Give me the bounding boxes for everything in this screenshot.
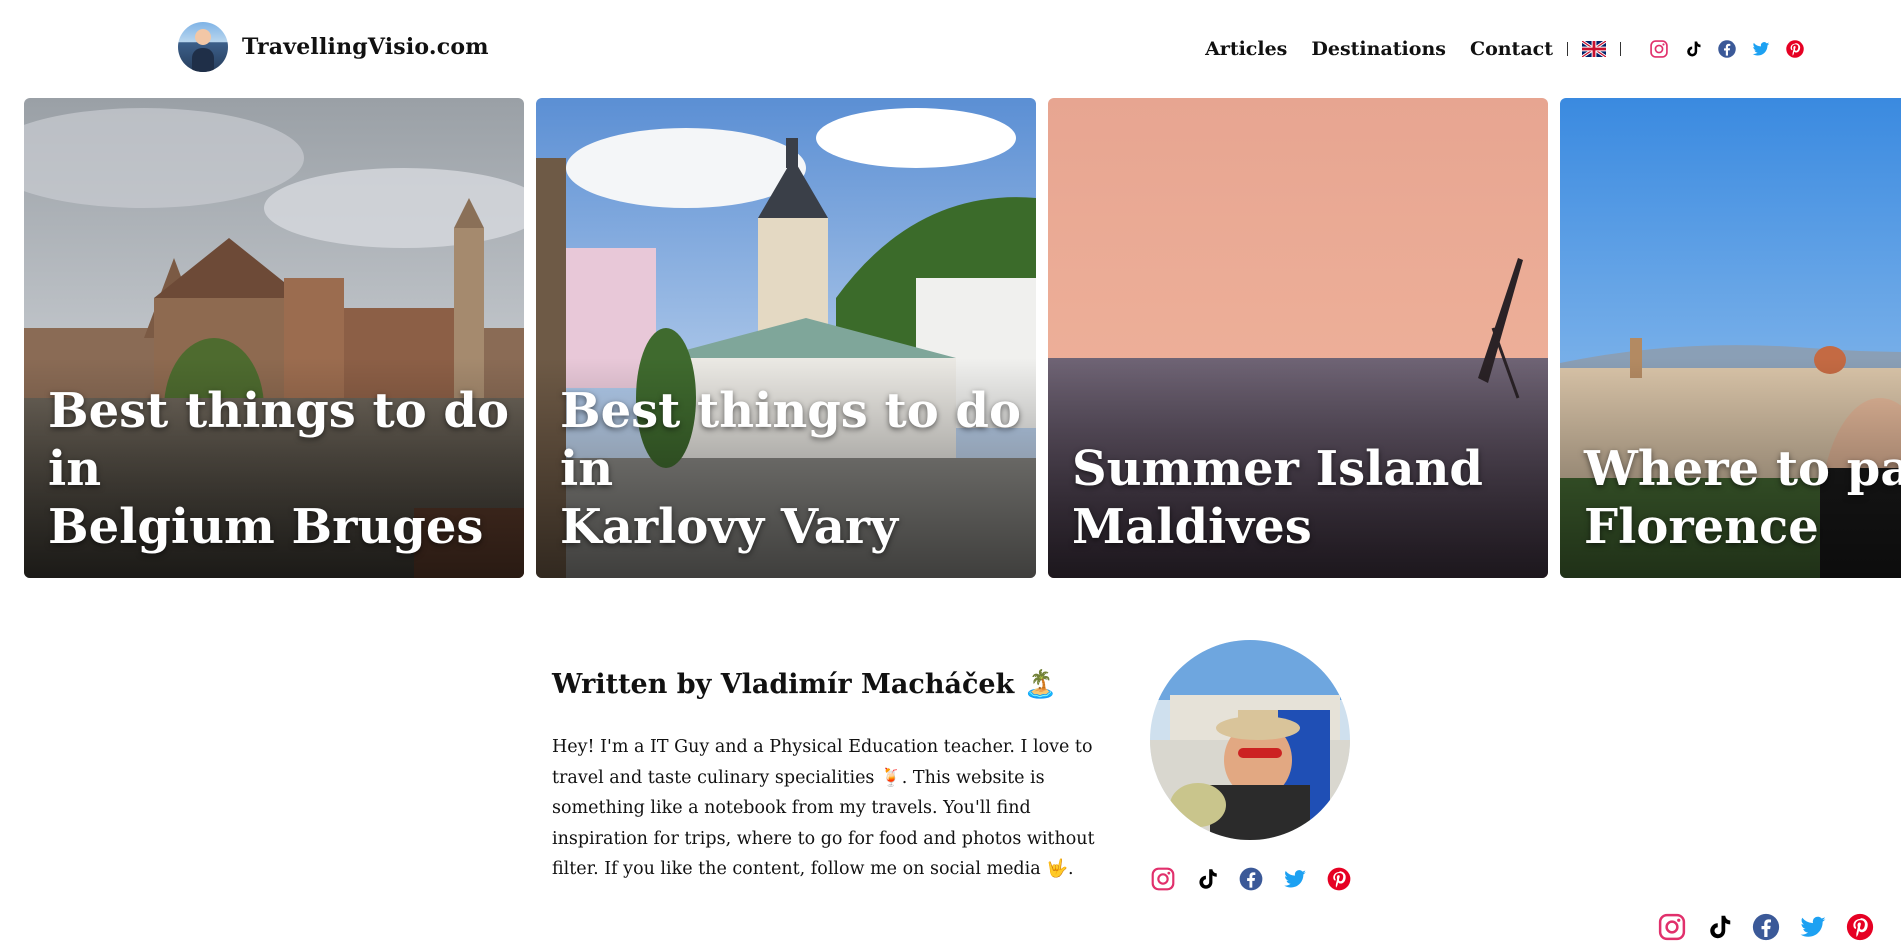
site-name: TravellingVisio.com — [242, 34, 489, 60]
author-avatar — [1150, 640, 1350, 840]
main-nav: Articles Destinations Contact — [1181, 33, 1805, 65]
instagram-icon[interactable] — [1657, 912, 1687, 942]
nav-articles[interactable]: Articles — [1205, 38, 1287, 60]
pinterest-icon[interactable] — [1845, 912, 1875, 942]
instagram-icon[interactable] — [1150, 866, 1176, 892]
article-card[interactable]: Summer Island Maldives — [1048, 98, 1548, 578]
tiktok-icon[interactable] — [1704, 912, 1734, 942]
facebook-icon[interactable] — [1238, 866, 1264, 892]
card-title: Best things to do in Belgium Bruges — [48, 383, 509, 555]
site-logo-link[interactable]: TravellingVisio.com — [178, 22, 489, 72]
author-social-links — [1150, 866, 1370, 892]
logo-avatar — [178, 22, 228, 72]
card-title: Best things to do in Karlovy Vary — [560, 383, 1021, 555]
nav-divider — [1567, 42, 1568, 56]
article-card[interactable]: Best things to do in Karlovy Vary — [536, 98, 1036, 578]
author-bio: Hey! I'm a IT Guy and a Physical Educati… — [552, 737, 1095, 879]
article-card[interactable]: Where to park Florence — [1560, 98, 1901, 578]
site-header: TravellingVisio.com Articles Destination… — [0, 0, 1901, 98]
pinterest-icon[interactable] — [1326, 866, 1352, 892]
uk-flag-icon[interactable] — [1582, 41, 1606, 57]
author-section: Written by Vladimír Macháček 🏝️ Hey! I'm… — [552, 640, 1552, 940]
instagram-icon[interactable] — [1649, 39, 1669, 59]
author-heading: Written by Vladimír Macháček 🏝️ — [552, 669, 1058, 700]
featured-articles: Best things to do in Belgium Bruges Best… — [24, 98, 1901, 578]
twitter-icon[interactable] — [1282, 866, 1308, 892]
twitter-icon[interactable] — [1751, 39, 1771, 59]
nav-divider — [1620, 42, 1621, 56]
tiktok-icon[interactable] — [1194, 866, 1220, 892]
card-title: Where to park Florence — [1584, 441, 1901, 555]
article-card[interactable]: Best things to do in Belgium Bruges — [24, 98, 524, 578]
nav-destinations[interactable]: Destinations — [1311, 38, 1446, 60]
twitter-icon[interactable] — [1798, 912, 1828, 942]
nav-contact[interactable]: Contact — [1470, 38, 1553, 60]
footer-social-links — [1640, 912, 1875, 942]
tiktok-icon[interactable] — [1683, 39, 1703, 59]
facebook-icon[interactable] — [1717, 39, 1737, 59]
facebook-icon[interactable] — [1751, 912, 1781, 942]
pinterest-icon[interactable] — [1785, 39, 1805, 59]
card-title: Summer Island Maldives — [1072, 441, 1483, 555]
